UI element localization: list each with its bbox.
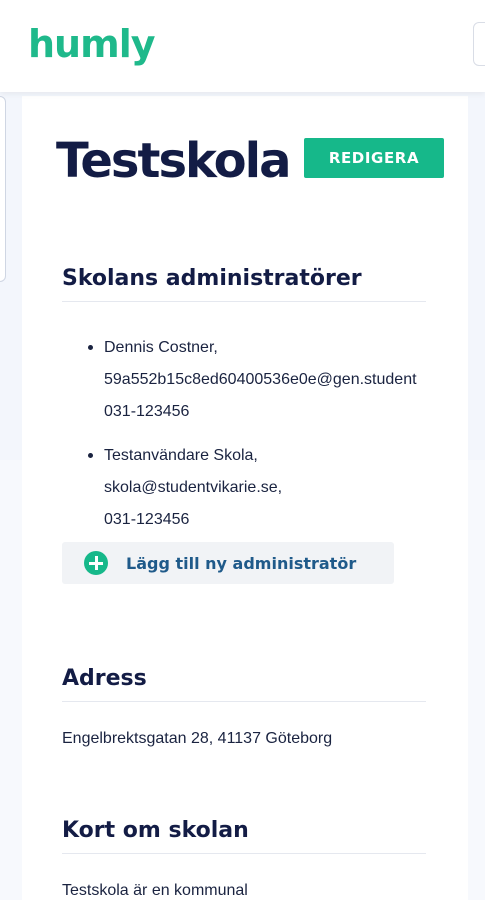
admin-phone: 031-123456 [104,511,190,528]
admins-list: Dennis Costner, 59a552b15c8ed60400536e0e… [88,332,485,548]
address-heading: Adress [62,666,426,702]
edit-button[interactable]: REDIGERA [304,138,444,178]
list-item: Testanvändare Skola, skola@studentvikari… [88,440,485,536]
list-item: Dennis Costner, 59a552b15c8ed60400536e0e… [88,332,485,428]
add-admin-label: Lägg till ny administratör [126,553,357,573]
about-text: Testskola är en kommunal [62,882,248,899]
plus-circle-icon [84,551,108,575]
admin-name: Dennis Costner, [104,339,218,356]
humly-logo[interactable]: humly [28,22,155,66]
admin-email: skola@studentvikarie.se, [104,479,283,496]
school-card: Testskola REDIGERA Skolans administratör… [22,96,468,900]
about-heading: Kort om skolan [62,818,426,854]
add-admin-button[interactable]: Lägg till ny administratör [62,542,394,584]
header-control[interactable] [473,22,485,66]
page-title: Testskola [56,133,291,189]
top-bar: humly [0,0,485,92]
side-panel-edge [0,96,6,282]
admin-phone: 031-123456 [104,403,190,420]
admins-heading: Skolans administratörer [62,266,426,302]
title-row: Testskola REDIGERA [56,132,466,192]
admin-email: 59a552b15c8ed60400536e0e@gen.student [104,371,417,388]
admin-name: Testanvändare Skola, [104,447,258,464]
address-value: Engelbrektsgatan 28, 41137 Göteborg [62,730,333,747]
